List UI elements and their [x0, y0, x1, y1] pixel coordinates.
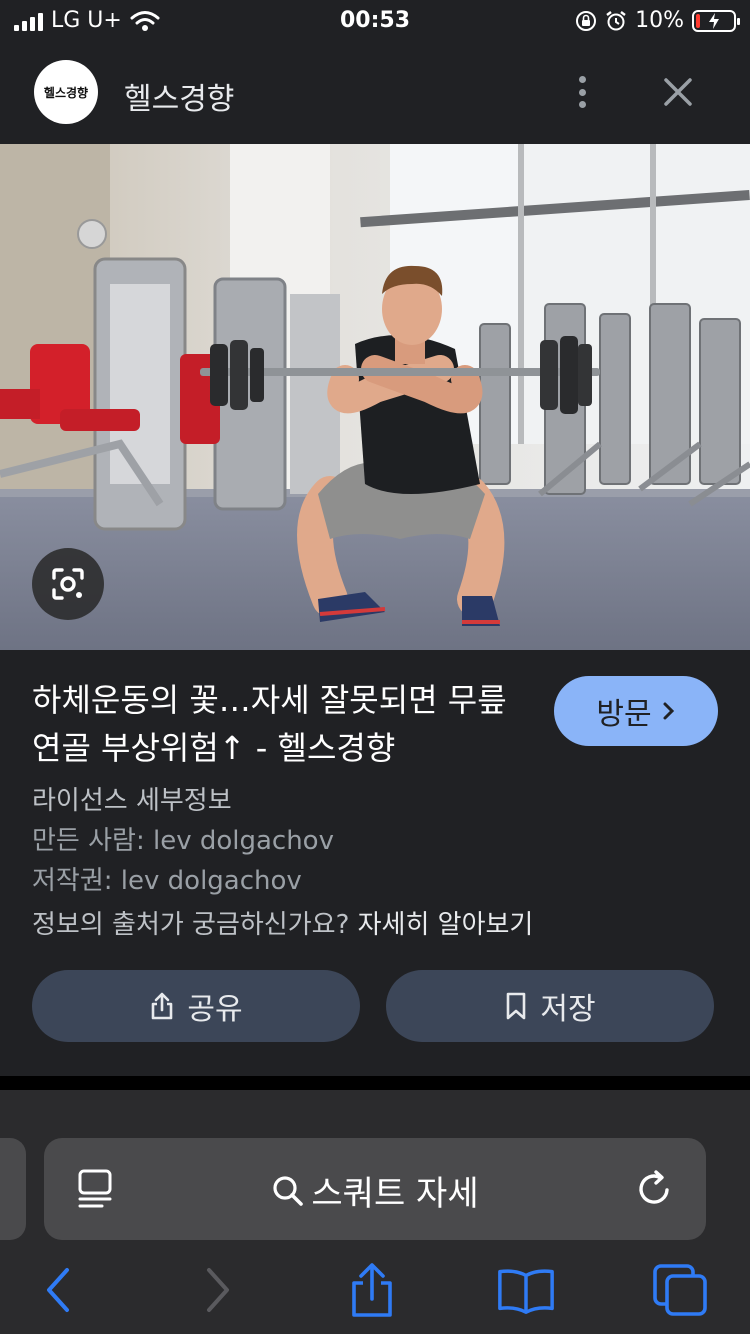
copyright-credit: 저작권: lev dolgachov [32, 866, 302, 896]
bookmarks-button[interactable] [496, 1262, 556, 1318]
bookmarks-icon [498, 1269, 554, 1314]
forward-button[interactable] [188, 1262, 248, 1318]
bookmark-icon [507, 992, 526, 1020]
browser-toolbar [0, 1240, 750, 1334]
battery-level [696, 13, 700, 28]
back-button[interactable] [28, 1262, 88, 1318]
site-name: 헬스경향 [124, 82, 235, 117]
browser-bottom-area: 스쿼트 자세 [0, 1090, 750, 1334]
divider [0, 1076, 750, 1090]
source-info: 정보의 출처가 궁금하신가요? 자세히 알아보기 [32, 904, 533, 941]
google-lens-icon[interactable] [32, 548, 104, 620]
result-image[interactable] [0, 144, 750, 650]
share-icon [152, 992, 173, 1020]
forward-icon [207, 1268, 229, 1312]
site-logo: 헬스경향 [34, 60, 98, 124]
battery-percent: 10% [635, 8, 684, 33]
alarm-icon [606, 10, 626, 30]
back-icon [47, 1268, 69, 1312]
share-page-button[interactable] [342, 1262, 402, 1318]
visit-label: 방문 [596, 697, 652, 732]
share-icon [352, 1263, 392, 1317]
search-query-text: 스쿼트 자세 [311, 1174, 479, 1214]
site-header: 헬스경향 헬스경향 [0, 44, 750, 144]
learn-more-link[interactable]: 자세히 알아보기 [358, 910, 534, 940]
status-bar: LG U+ 00:53 10% [0, 0, 750, 44]
source-question: 정보의 출처가 궁금하신가요? [32, 910, 350, 940]
share-label: 공유 [187, 992, 243, 1027]
close-icon[interactable] [658, 72, 698, 112]
more-vert-icon[interactable] [566, 72, 598, 112]
result-title[interactable]: 하체운동의 꽃…자세 잘못되면 무릎연골 부상위험↑ - 헬스경향 [32, 676, 532, 772]
save-button[interactable]: 저장 [386, 970, 714, 1042]
image-info-panel: 하체운동의 꽃…자세 잘못되면 무릎연골 부상위험↑ - 헬스경향 방문 라이선… [0, 650, 750, 1076]
license-details-title: 라이선스 세부정보 [32, 786, 232, 816]
chevron-right-icon [663, 702, 674, 720]
save-label: 저장 [540, 992, 596, 1027]
share-button[interactable]: 공유 [32, 970, 360, 1042]
address-bar[interactable]: 스쿼트 자세 [44, 1138, 706, 1240]
creator-credit: 만든 사람: lev dolgachov [32, 826, 334, 856]
reload-icon[interactable] [634, 1168, 676, 1210]
tabs-button[interactable] [650, 1262, 710, 1318]
orientation-lock-icon [576, 10, 597, 31]
gym-photo [0, 144, 750, 650]
battery-charging-icon [692, 9, 740, 32]
previous-tab-preview[interactable] [0, 1138, 26, 1240]
visit-button[interactable]: 방문 [554, 676, 718, 746]
status-right: 10% [575, 8, 740, 33]
search-icon [273, 1175, 304, 1206]
search-query: 스쿼트 자세 [44, 1166, 706, 1215]
tabs-icon [653, 1264, 707, 1316]
